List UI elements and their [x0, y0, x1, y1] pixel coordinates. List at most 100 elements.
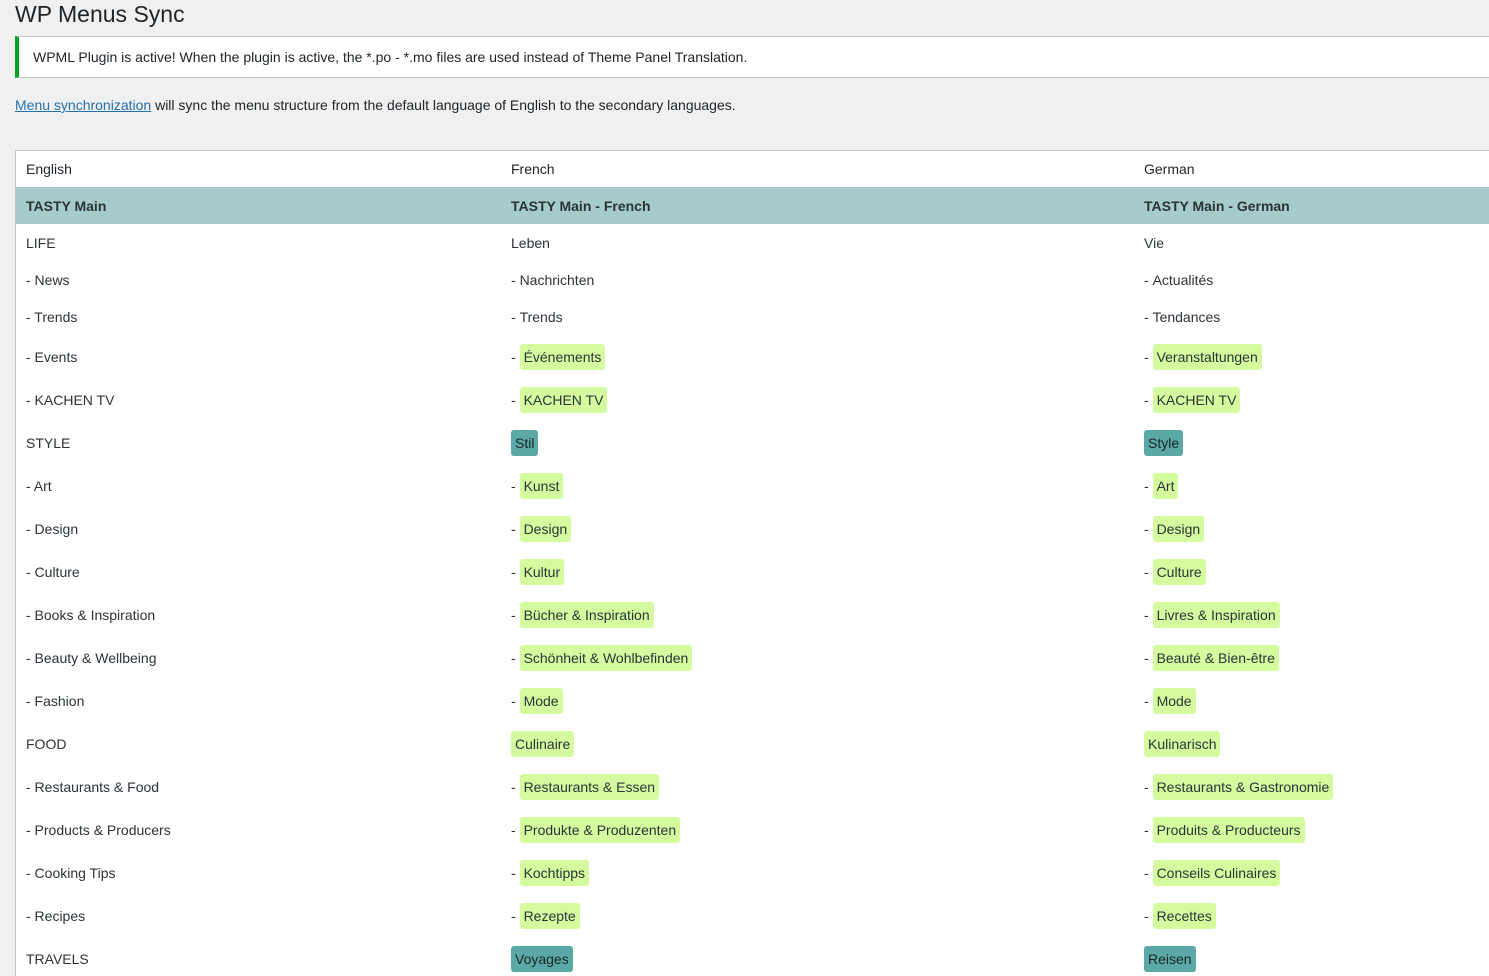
menu-item-label: Rezepte [519, 902, 580, 929]
menu-item-french: - Kochtipps [511, 851, 590, 894]
table-row: - Culture - Kultur - Culture [16, 550, 1489, 593]
menu-item-label: Vie [1144, 234, 1164, 251]
menu-item-english: LIFE [26, 234, 56, 251]
menu-item-german: - Recettes [1144, 894, 1216, 937]
table-row: - Recipes - Rezepte - Recettes [16, 894, 1489, 937]
menu-item-english: - Books & Inspiration [26, 606, 156, 623]
child-dash: - [1144, 563, 1153, 580]
menu-item-french: - Nachrichten [511, 261, 594, 298]
table-row: - News - Nachrichten - Actualités [16, 261, 1489, 298]
menu-item-label: Actualités [1152, 271, 1214, 288]
child-dash: - [511, 821, 520, 838]
menu-item-german: - KACHEN TV [1144, 378, 1241, 421]
table-row: STYLE Stil Style [16, 421, 1489, 464]
table-row: - Products & Producers - Produkte & Produ… [16, 808, 1489, 851]
menu-item-english: - Trends [26, 308, 78, 325]
menu-item-german: - Tendances [1144, 298, 1220, 335]
menu-item-german: Reisen [1144, 937, 1196, 976]
column-header-german: German [1144, 161, 1195, 177]
child-dash: - [1144, 606, 1153, 623]
menu-item-label: Mode [1152, 687, 1196, 714]
column-header-french: French [511, 161, 555, 177]
table-row: - Trends - Trends - Tendances [16, 298, 1489, 335]
child-dash: - [511, 391, 520, 408]
menu-item-label: Schönheit & Wohlbefinden [519, 644, 693, 671]
menu-item-german: Vie [1144, 224, 1164, 261]
child-dash: - [511, 649, 520, 666]
menu-item-label: Restaurants & Gastronomie [1152, 773, 1334, 800]
table-row: - Art - Kunst - Art [16, 464, 1489, 507]
menu-item-english: - Culture [26, 563, 80, 580]
menu-name-german: TASTY Main - German [1144, 197, 1290, 214]
menu-synchronization-link[interactable]: Menu synchronization [15, 97, 151, 113]
menu-item-label: KACHEN TV [1152, 386, 1241, 413]
menu-item-label: Design [519, 515, 572, 542]
wpml-active-notice: WPML Plugin is active! When the plugin i… [15, 36, 1489, 78]
menu-item-label: Événements [519, 343, 606, 370]
menu-item-french: - Schönheit & Wohlbefinden [511, 636, 693, 679]
menu-item-label: Design [1152, 515, 1205, 542]
menu-item-german: - Produits & Producteurs [1144, 808, 1305, 851]
menu-item-label: Leben [511, 234, 550, 251]
menu-item-french: - Produkte & Produzenten [511, 808, 681, 851]
table-header-row: English French German [16, 151, 1489, 187]
menu-item-label: Conseils Culinaires [1152, 859, 1281, 886]
child-dash: - [1144, 649, 1153, 666]
table-row: - Design - Design - Design [16, 507, 1489, 550]
menu-item-english: - Recipes [26, 907, 86, 924]
menu-item-french: - Design [511, 507, 572, 550]
table-row: - Restaurants & Food - Restaurants & Esse… [16, 765, 1489, 808]
page-title: WP Menus Sync [15, 1, 185, 27]
table-row: - KACHEN TV - KACHEN TV - KACHEN TV [16, 378, 1489, 421]
menu-item-french: - KACHEN TV [511, 378, 608, 421]
menu-item-french: Leben [511, 224, 550, 261]
table-row: - Books & Inspiration - Bücher & Inspirat… [16, 593, 1489, 636]
intro-text: Menu synchronization will sync the menu … [15, 95, 736, 115]
menu-item-english: - Events [26, 348, 78, 365]
child-dash: - [1144, 391, 1153, 408]
menu-item-english: - News [26, 271, 70, 288]
menu-item-label: Produits & Producteurs [1152, 816, 1305, 843]
menu-name-french: TASTY Main - French [511, 197, 651, 214]
menu-item-german: - Livres & Inspiration [1144, 593, 1280, 636]
menu-item-english: - Fashion [26, 692, 85, 709]
menu-item-german: Style [1144, 421, 1184, 464]
child-dash: - [1144, 692, 1153, 709]
child-dash: - [511, 271, 520, 288]
menu-items-list: LIFE Leben Vie - News - Nachrichten - Actuali… [16, 224, 1489, 976]
table-row: FOOD Culinaire Kulinarisch [16, 722, 1489, 765]
child-dash: - [1144, 907, 1153, 924]
menu-item-german: - Conseils Culinaires [1144, 851, 1281, 894]
menu-item-english: - KACHEN TV [26, 391, 115, 408]
child-dash: - [1144, 821, 1153, 838]
child-dash: - [511, 692, 520, 709]
menu-item-label: Kochtipps [519, 859, 590, 886]
child-dash: - [511, 606, 520, 623]
table-row: - Cooking Tips - Kochtipps - Conseils Culi… [16, 851, 1489, 894]
menu-item-english: - Design [26, 520, 79, 537]
menu-item-german: - Restaurants & Gastronomie [1144, 765, 1334, 808]
menu-item-label: Trends [519, 308, 563, 325]
menu-item-english: TRAVELS [26, 950, 89, 967]
child-dash: - [1144, 778, 1153, 795]
menu-item-label: Veranstaltungen [1152, 343, 1262, 370]
menu-item-label: Art [1152, 472, 1179, 499]
menu-item-german: Kulinarisch [1144, 722, 1221, 765]
child-dash: - [511, 778, 520, 795]
menu-item-english: FOOD [26, 735, 67, 752]
child-dash: - [1144, 348, 1153, 365]
menu-item-label: Voyages [511, 945, 573, 972]
child-dash: - [1144, 271, 1153, 288]
menu-item-label: Recettes [1152, 902, 1216, 929]
child-dash: - [511, 563, 520, 580]
menu-item-french: - Kultur [511, 550, 565, 593]
menu-item-label: Restaurants & Essen [519, 773, 660, 800]
child-dash: - [511, 348, 520, 365]
menu-item-german: - Beauté & Bien-être [1144, 636, 1279, 679]
notice-text: WPML Plugin is active! When the plugin i… [33, 49, 748, 65]
menu-item-english: - Cooking Tips [26, 864, 116, 881]
menu-item-label: Beauté & Bien-être [1152, 644, 1279, 671]
menu-item-english: - Art [26, 477, 52, 494]
menu-item-french: - Rezepte [511, 894, 580, 937]
column-header-english: English [26, 161, 72, 177]
